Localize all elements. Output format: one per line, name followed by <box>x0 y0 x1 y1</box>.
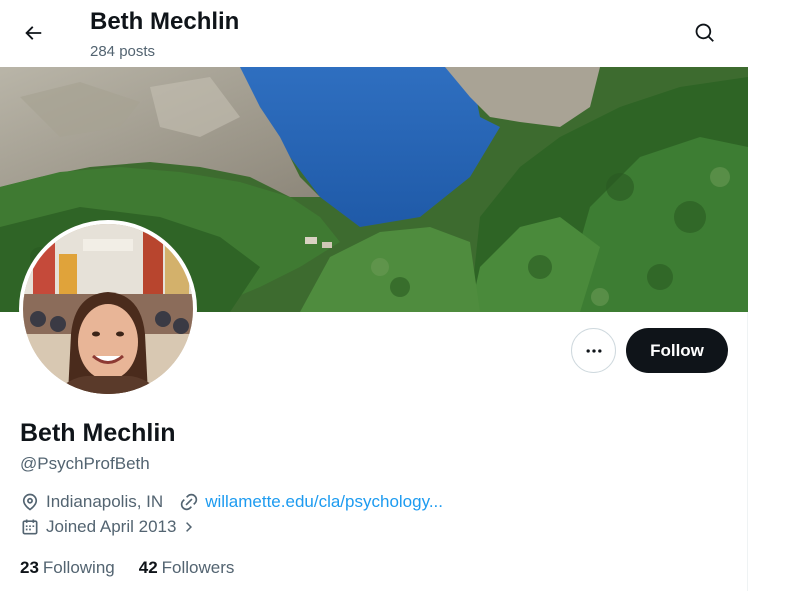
joined-item[interactable]: Joined April 2013 <box>20 517 204 537</box>
profile-meta-row: Indianapolis, IN willamette.edu/cla/psyc… <box>20 492 459 512</box>
search-button[interactable] <box>686 14 724 52</box>
website-item[interactable]: willamette.edu/cla/psychology... <box>179 492 443 512</box>
profile-handle: @PsychProfBeth <box>20 454 150 473</box>
joined-row: Joined April 2013 <box>20 517 220 537</box>
profile-header: Beth Mechlin 284 posts <box>0 0 748 67</box>
arrow-left-icon <box>25 26 42 40</box>
more-options-button[interactable] <box>571 328 616 373</box>
profile-avatar[interactable] <box>19 220 197 398</box>
location-item: Indianapolis, IN <box>20 492 163 512</box>
right-gutter <box>749 0 785 591</box>
search-icon <box>695 23 714 42</box>
link-icon <box>180 493 198 511</box>
header-title: Beth Mechlin <box>90 8 240 35</box>
profile-display-name: Beth Mechlin <box>20 419 176 447</box>
following-label: Following <box>42 558 115 577</box>
more-dots-icon <box>586 348 601 353</box>
follow-button[interactable]: Follow <box>626 328 728 373</box>
post-count: 284 posts <box>90 43 156 60</box>
back-button[interactable] <box>14 14 52 52</box>
joined-text: Joined April 2013 <box>46 517 177 536</box>
chevron-right-icon <box>186 522 193 532</box>
calendar-icon <box>22 519 38 535</box>
followers-count: 42 <box>138 558 158 577</box>
follow-counts: 23 Following 42 Followers <box>20 558 258 578</box>
location-text: Indianapolis, IN <box>46 492 164 511</box>
following-link[interactable]: 23 Following <box>20 558 115 578</box>
followers-link[interactable]: 42 Followers <box>139 558 235 578</box>
followers-label: Followers <box>161 558 235 577</box>
website-link[interactable]: willamette.edu/cla/psychology... <box>205 492 443 512</box>
profile-column: Beth Mechlin 284 posts Follow Beth Mechl… <box>0 0 748 591</box>
location-pin-icon <box>22 493 38 511</box>
following-count: 23 <box>20 558 39 577</box>
